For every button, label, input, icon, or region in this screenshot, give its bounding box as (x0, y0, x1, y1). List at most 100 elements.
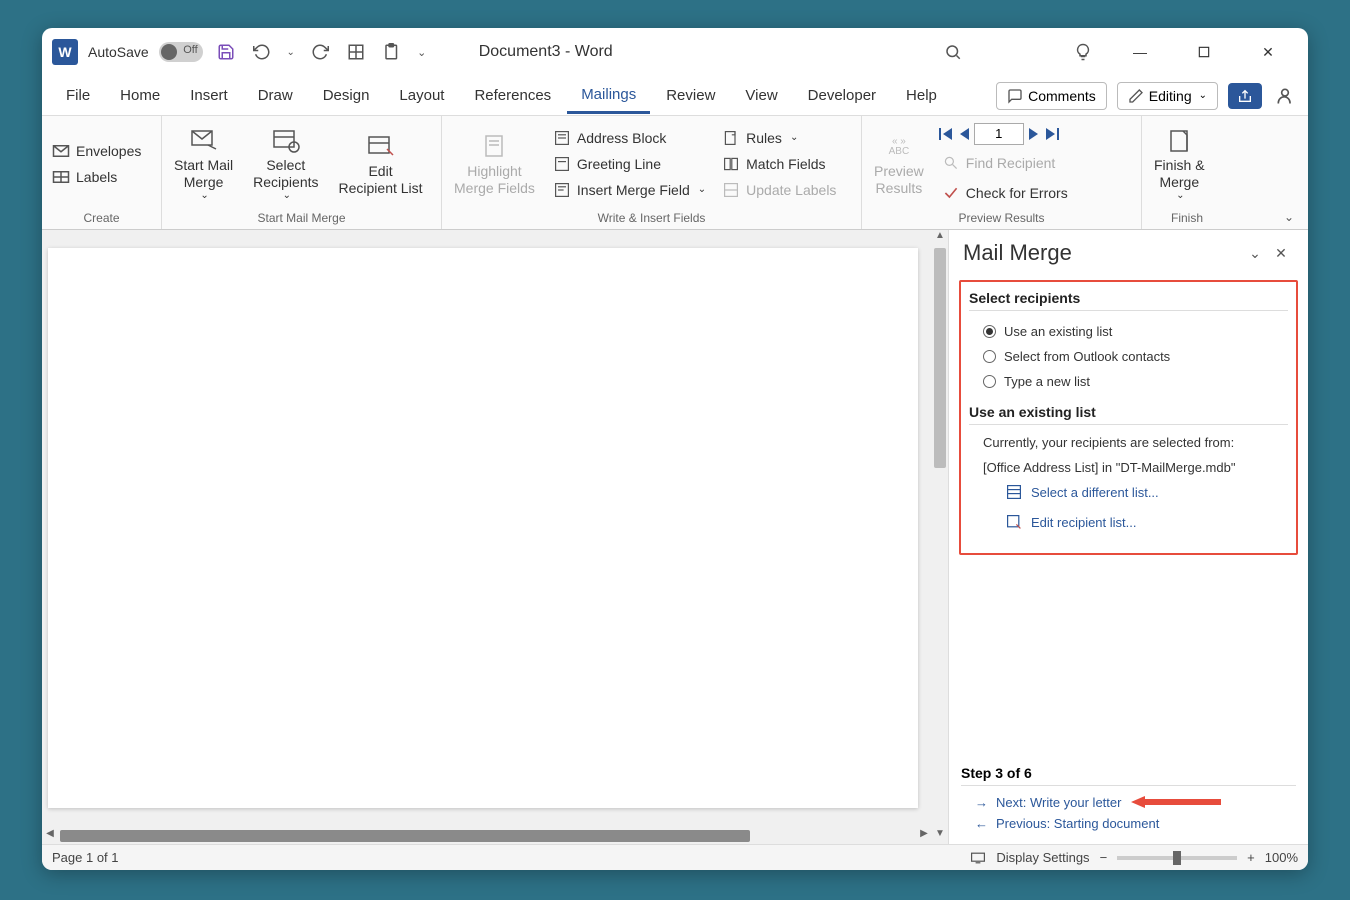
zoom-in-button[interactable]: + (1247, 850, 1255, 865)
last-record-icon[interactable] (1044, 127, 1060, 141)
prev-record-icon[interactable] (958, 127, 970, 141)
match-fields-button[interactable]: Match Fields (718, 152, 840, 176)
wizard-next-link[interactable]: → Next: Write your letter (961, 792, 1296, 813)
save-icon[interactable] (213, 39, 239, 65)
display-settings-icon[interactable] (970, 851, 986, 865)
tab-references[interactable]: References (460, 79, 565, 112)
record-number-input[interactable] (974, 123, 1024, 145)
address-block-button[interactable]: Address Block (549, 126, 710, 150)
match-fields-label: Match Fields (746, 156, 825, 172)
taskpane-title: Mail Merge (963, 240, 1242, 266)
scroll-up-icon[interactable]: ▲ (932, 230, 948, 246)
scroll-down-icon[interactable]: ▼ (932, 828, 948, 844)
page-info[interactable]: Page 1 of 1 (52, 850, 119, 865)
lightbulb-icon[interactable] (1070, 39, 1096, 65)
group-finish-label: Finish (1148, 207, 1226, 229)
tab-layout[interactable]: Layout (385, 79, 458, 112)
tab-help[interactable]: Help (892, 79, 951, 112)
comments-button[interactable]: Comments (996, 82, 1107, 110)
edit-recipient-list-button[interactable]: Edit Recipient List (333, 129, 429, 199)
autosave-label: AutoSave (88, 44, 149, 60)
undo-dropdown-icon[interactable]: ⌄ (285, 39, 297, 65)
undo-icon[interactable] (249, 39, 275, 65)
select-different-list-link[interactable]: Select a different list... (969, 477, 1288, 507)
address-block-icon (553, 129, 571, 147)
zoom-slider[interactable] (1117, 856, 1237, 860)
account-icon[interactable] (1272, 83, 1298, 109)
table-icon[interactable] (343, 39, 369, 65)
check-errors-button[interactable]: Check for Errors (938, 181, 1072, 205)
rules-icon (722, 129, 740, 147)
select-recipients-button[interactable]: Select Recipients⌄ (247, 123, 324, 205)
qat-customize-icon[interactable]: ⌄ (415, 39, 429, 65)
tab-review[interactable]: Review (652, 79, 729, 112)
redo-icon[interactable] (307, 39, 333, 65)
start-mail-merge-button[interactable]: Start Mail Merge⌄ (168, 123, 239, 205)
autosave-toggle[interactable]: Off (159, 42, 203, 62)
insert-field-label: Insert Merge Field (577, 182, 690, 198)
titlebar: W AutoSave Off ⌄ ⌄ Document3 - Word — ✕ (42, 28, 1308, 76)
hscroll-thumb[interactable] (60, 830, 750, 842)
tab-insert[interactable]: Insert (176, 79, 242, 112)
preview-results-label: Preview Results (874, 163, 924, 197)
zoom-thumb[interactable] (1173, 851, 1181, 865)
labels-button[interactable]: Labels (48, 165, 145, 189)
tab-home[interactable]: Home (106, 79, 174, 112)
radio-new-list[interactable]: Type a new list (969, 369, 1288, 394)
chevron-down-icon: ⌄ (698, 184, 706, 195)
rules-button[interactable]: Rules ⌄ (718, 126, 840, 150)
document-area: ▲ ▼ ◀ ▶ (42, 230, 948, 844)
first-record-icon[interactable] (938, 127, 954, 141)
close-button[interactable]: ✕ (1248, 37, 1288, 67)
edit-recipient-list-label: Edit Recipient List (339, 163, 423, 197)
tab-developer[interactable]: Developer (794, 79, 890, 112)
scroll-right-icon[interactable]: ▶ (916, 828, 932, 844)
finish-merge-button[interactable]: Finish & Merge⌄ (1148, 123, 1211, 205)
wizard-previous-link[interactable]: ← Previous: Starting document (961, 813, 1296, 834)
tab-draw[interactable]: Draw (244, 79, 307, 112)
vscroll-thumb[interactable] (934, 248, 946, 468)
tab-file[interactable]: File (52, 79, 104, 112)
edit-recipient-list-link[interactable]: Edit recipient list... (969, 507, 1288, 537)
ribbon-tabs: File Home Insert Draw Design Layout Refe… (42, 76, 1308, 116)
vertical-scrollbar[interactable]: ▲ ▼ (932, 230, 948, 844)
display-settings-label[interactable]: Display Settings (996, 850, 1089, 865)
share-button[interactable] (1228, 83, 1262, 109)
radio-outlook-contacts[interactable]: Select from Outlook contacts (969, 344, 1288, 369)
start-mail-merge-label: Start Mail Merge (174, 157, 233, 191)
horizontal-scrollbar[interactable]: ◀ ▶ (42, 828, 932, 844)
taskpane-dropdown-icon[interactable]: ⌄ (1242, 240, 1268, 266)
check-errors-label: Check for Errors (966, 185, 1068, 201)
greeting-label: Greeting Line (577, 156, 661, 172)
envelopes-button[interactable]: Envelopes (48, 139, 145, 163)
scroll-left-icon[interactable]: ◀ (42, 828, 58, 844)
ribbon-collapse-icon[interactable]: ⌄ (1284, 210, 1294, 224)
editing-button[interactable]: Editing ⌄ (1117, 82, 1218, 110)
greeting-line-button[interactable]: Greeting Line (549, 152, 710, 176)
tab-mailings[interactable]: Mailings (567, 78, 650, 114)
source-text: [Office Address List] in "DT-MailMerge.m… (969, 458, 1288, 477)
find-recipient-label: Find Recipient (966, 155, 1056, 171)
rules-label: Rules (746, 130, 782, 146)
word-window: W AutoSave Off ⌄ ⌄ Document3 - Word — ✕ … (42, 28, 1308, 870)
taskpane-close-icon[interactable]: ✕ (1268, 240, 1294, 266)
zoom-out-button[interactable]: − (1100, 850, 1108, 865)
insert-merge-field-button[interactable]: Insert Merge Field ⌄ (549, 178, 710, 202)
document-page[interactable] (48, 248, 918, 808)
maximize-button[interactable] (1184, 37, 1224, 67)
next-link-label: Next: Write your letter (996, 795, 1121, 810)
zoom-level[interactable]: 100% (1265, 850, 1298, 865)
list-icon (1005, 483, 1023, 501)
editing-label: Editing (1149, 88, 1192, 104)
paste-icon[interactable] (379, 39, 405, 65)
radio-existing-list[interactable]: Use an existing list (969, 319, 1288, 344)
next-record-icon[interactable] (1028, 127, 1040, 141)
update-labels-button[interactable]: Update Labels (718, 178, 840, 202)
preview-results-button[interactable]: « »ABC Preview Results (868, 129, 930, 199)
minimize-button[interactable]: — (1120, 37, 1160, 67)
highlight-merge-fields-button[interactable]: Highlight Merge Fields (448, 129, 541, 199)
tab-design[interactable]: Design (309, 79, 384, 112)
find-recipient-button[interactable]: Find Recipient (938, 151, 1072, 175)
tab-view[interactable]: View (731, 79, 791, 112)
search-icon[interactable] (940, 39, 966, 65)
